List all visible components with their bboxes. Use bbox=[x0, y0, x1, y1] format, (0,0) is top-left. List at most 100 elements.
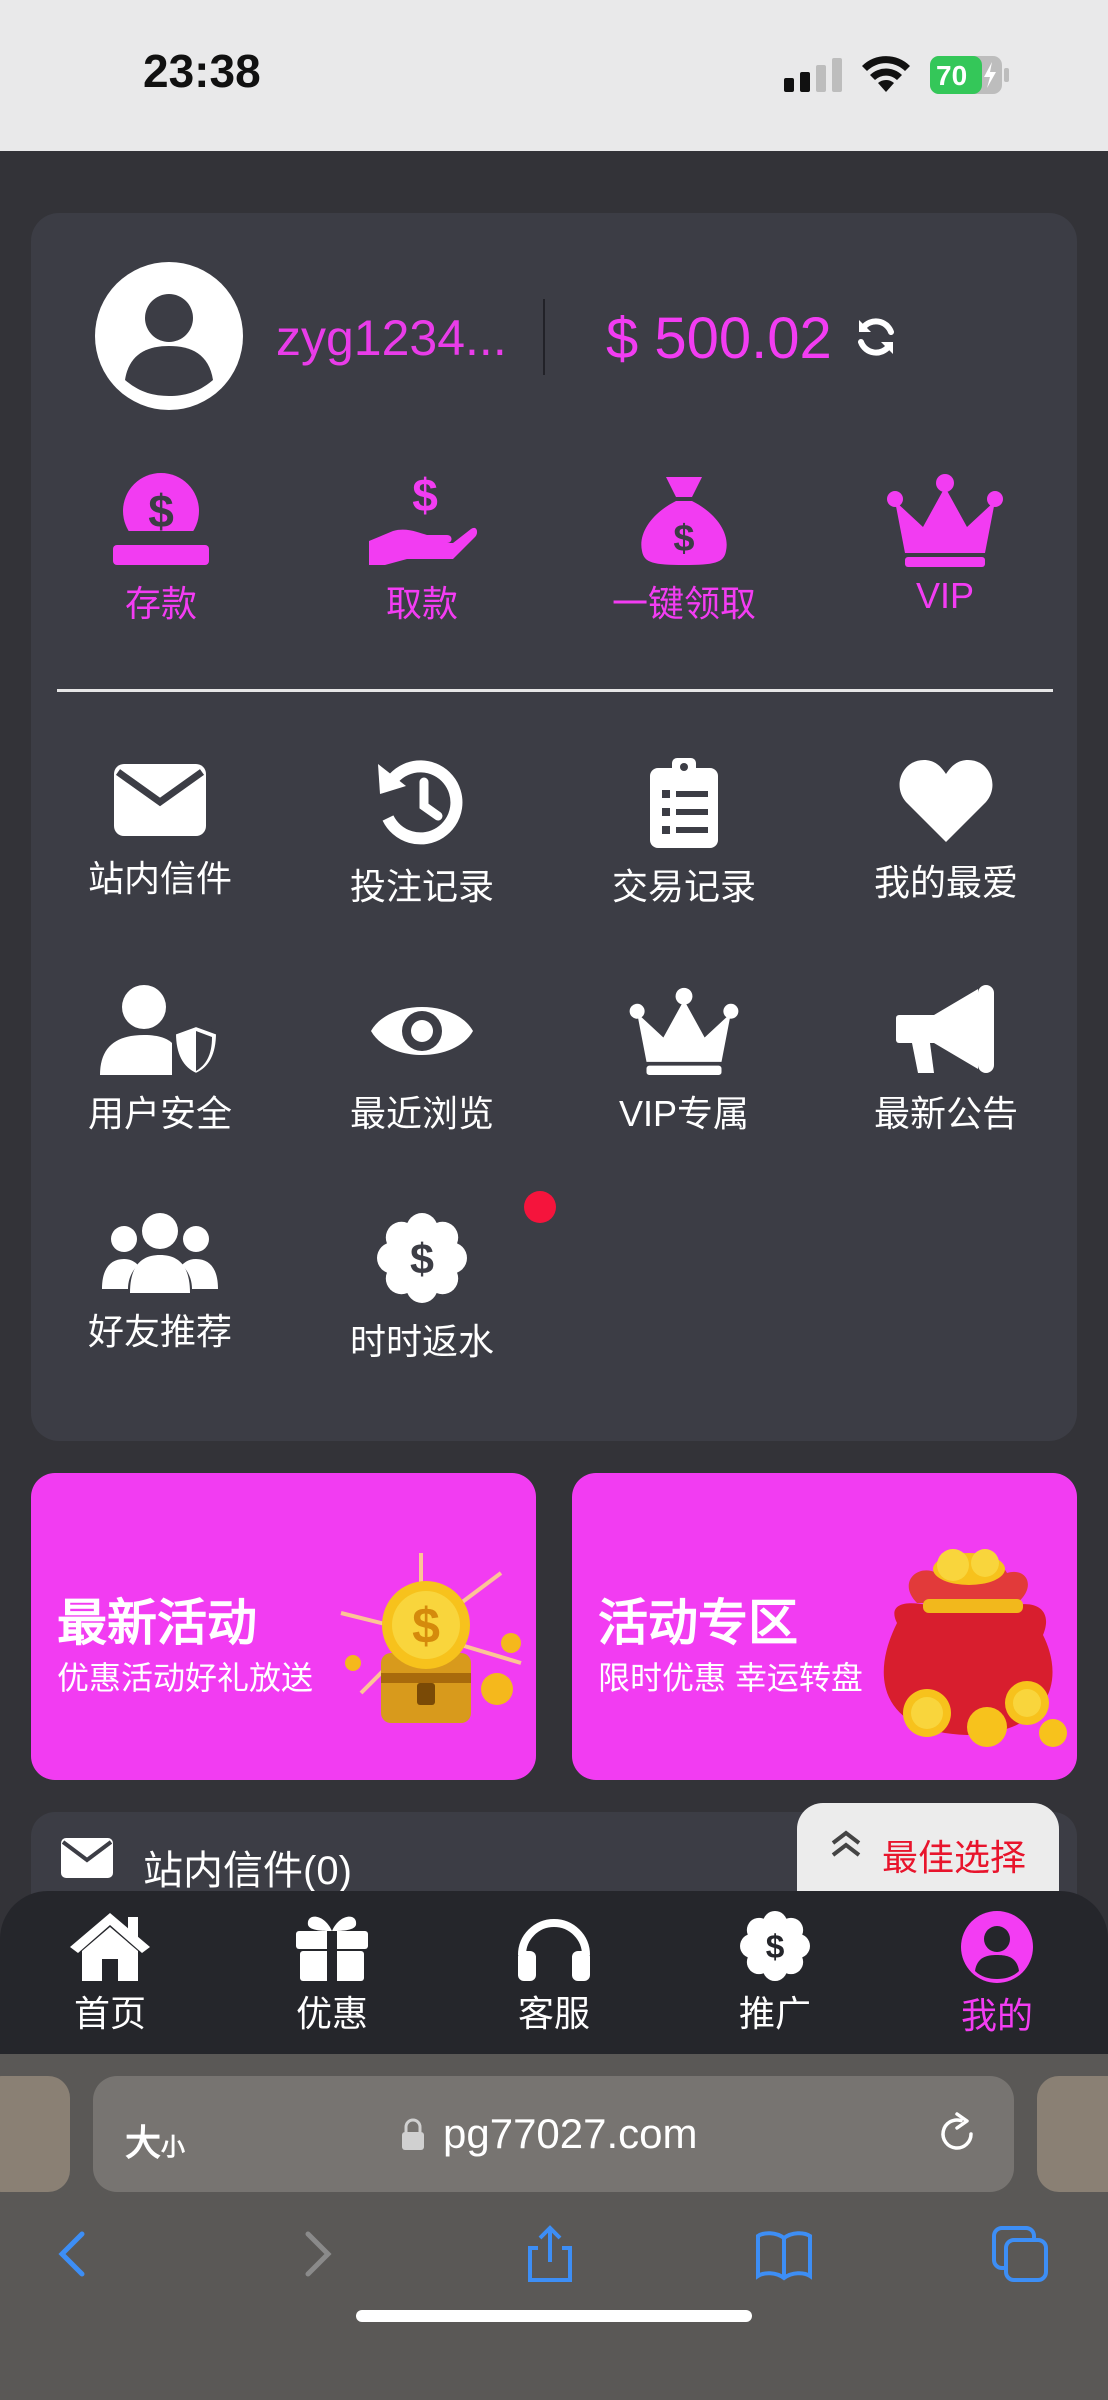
menu-item-label: 用户安全 bbox=[87, 1093, 232, 1134]
withdraw-icon: $ bbox=[369, 471, 477, 565]
lock-icon bbox=[402, 2118, 424, 2150]
wifi-icon bbox=[862, 56, 910, 92]
headset-icon bbox=[518, 1919, 590, 1981]
avatar[interactable] bbox=[95, 262, 243, 410]
menu-item-favorites[interactable]: 我的最爱 bbox=[846, 758, 1046, 908]
svg-text:$: $ bbox=[410, 1236, 434, 1284]
nav-label: 首页 bbox=[73, 1993, 146, 2034]
menu-item-announcements[interactable]: 最新公告 bbox=[846, 985, 1046, 1135]
promo-banner-latest[interactable]: 最新活动 优惠活动好礼放送 $ bbox=[31, 1473, 536, 1780]
banner-title: 活动专区 bbox=[598, 1595, 798, 1651]
back-icon[interactable] bbox=[44, 2224, 104, 2284]
notification-dot bbox=[524, 1191, 556, 1223]
banner-subtitle: 限时优惠 幸运转盘 bbox=[598, 1660, 863, 1696]
vip-label: VIP bbox=[915, 575, 975, 616]
banner-subtitle: 优惠活动好礼放送 bbox=[57, 1660, 314, 1696]
user-shield-icon bbox=[100, 985, 220, 1075]
menu-item-label: 我的最爱 bbox=[873, 862, 1018, 903]
menu-item-transactions[interactable]: 交易记录 bbox=[584, 758, 784, 908]
menu-item-label: 最新公告 bbox=[873, 1093, 1018, 1134]
bookmarks-icon[interactable] bbox=[754, 2224, 814, 2284]
money-bag-icon: $ bbox=[641, 477, 727, 565]
nav-label: 优惠 bbox=[295, 1993, 368, 2034]
next-tab[interactable] bbox=[1037, 2076, 1108, 2192]
withdraw-button[interactable]: $ 取款 bbox=[332, 471, 512, 631]
claim-all-label: 一键领取 bbox=[611, 583, 756, 624]
username: zyg1234... bbox=[276, 310, 507, 366]
nav-promotions[interactable]: 优惠 bbox=[262, 1911, 402, 2041]
dollar-badge-icon: $ bbox=[740, 1911, 810, 1981]
refresh-icon[interactable] bbox=[853, 314, 899, 360]
nav-home[interactable]: 首页 bbox=[40, 1911, 180, 2041]
menu-item-recent[interactable]: 最近浏览 bbox=[322, 985, 522, 1135]
banner-title: 最新活动 bbox=[57, 1595, 257, 1651]
nav-support[interactable]: 客服 bbox=[484, 1911, 624, 2041]
url-text: pg77027.com bbox=[443, 2110, 698, 2157]
deposit-button[interactable]: $ 存款 bbox=[71, 471, 251, 631]
svg-text:$: $ bbox=[673, 518, 694, 560]
home-indicator bbox=[356, 2310, 752, 2322]
menu-item-bet-history[interactable]: 投注记录 bbox=[322, 758, 522, 908]
nav-referral[interactable]: $ 推广 bbox=[705, 1911, 845, 2041]
dollar-badge-icon: $ bbox=[377, 1213, 467, 1303]
text-size-small: 小 bbox=[161, 2134, 186, 2161]
nav-label: 推广 bbox=[738, 1993, 811, 2034]
home-icon bbox=[70, 1913, 150, 1981]
battery-level: 70 bbox=[936, 60, 968, 91]
best-choice-button[interactable]: 最佳选择 bbox=[797, 1803, 1059, 1899]
cellular-signal-icon bbox=[784, 58, 842, 92]
lucky-bag-icon bbox=[883, 1549, 1067, 1747]
menu-item-label: 交易记录 bbox=[611, 866, 756, 907]
svg-text:$: $ bbox=[148, 485, 174, 537]
svg-text:$: $ bbox=[412, 1598, 440, 1654]
menu-item-referral[interactable]: 好友推荐 bbox=[60, 1213, 260, 1363]
menu-item-security[interactable]: 用户安全 bbox=[60, 985, 260, 1135]
menu-item-inbox[interactable]: 站内信件 bbox=[60, 758, 260, 908]
address-bar[interactable]: 大小 pg77027.com bbox=[93, 2076, 1014, 2192]
eye-icon bbox=[371, 1007, 473, 1055]
menu-item-label: 好友推荐 bbox=[87, 1311, 232, 1352]
menu-item-rebate[interactable]: $ 时时返水 bbox=[322, 1213, 522, 1363]
nav-label: 客服 bbox=[517, 1993, 590, 2034]
deposit-label: 存款 bbox=[124, 583, 197, 624]
tabs-icon[interactable] bbox=[990, 2224, 1050, 2284]
reload-icon[interactable] bbox=[935, 2112, 979, 2156]
treasure-chest-icon: $ bbox=[340, 1553, 522, 1723]
deposit-icon: $ bbox=[113, 473, 209, 565]
forward-icon[interactable] bbox=[286, 2224, 346, 2284]
promo-banner-events[interactable]: 活动专区 限时优惠 幸运转盘 bbox=[572, 1473, 1077, 1780]
crown-icon bbox=[629, 987, 739, 1075]
status-time: 23:38 bbox=[143, 45, 261, 97]
inbox-text: 站内信件(0) bbox=[143, 1849, 352, 1893]
battery-icon: 70 bbox=[930, 56, 1010, 94]
section-divider bbox=[57, 689, 1053, 692]
history-icon bbox=[378, 760, 463, 845]
users-icon bbox=[102, 1213, 218, 1293]
svg-text:$: $ bbox=[766, 1929, 785, 1966]
gift-icon bbox=[296, 1916, 368, 1981]
envelope-icon bbox=[114, 764, 206, 836]
claim-all-button[interactable]: $ 一键领取 bbox=[594, 471, 774, 631]
best-choice-label: 最佳选择 bbox=[882, 1837, 1027, 1878]
double-chevron-up-icon bbox=[831, 1830, 861, 1857]
crown-icon bbox=[887, 474, 1003, 567]
megaphone-icon bbox=[896, 985, 994, 1073]
menu-item-label: 最近浏览 bbox=[349, 1093, 494, 1134]
menu-item-label: 站内信件 bbox=[87, 858, 232, 899]
svg-text:$: $ bbox=[412, 471, 438, 521]
status-bar: 23:38 70 bbox=[0, 0, 1108, 151]
heart-icon bbox=[899, 760, 993, 842]
clipboard-icon bbox=[650, 758, 718, 848]
share-icon[interactable] bbox=[520, 2224, 580, 2284]
nav-label: 我的 bbox=[960, 1995, 1033, 2036]
profile-card: zyg1234... $ 500.02 $ 存款 $ 取款 $ 一键领取 VIP… bbox=[31, 213, 1077, 1441]
vip-button[interactable]: VIP bbox=[855, 471, 1035, 631]
text-size-button[interactable]: 大小 bbox=[125, 2114, 185, 2166]
browser-toolbar: 大小 pg77027.com bbox=[0, 2054, 1108, 2400]
menu-item-label: VIP专属 bbox=[618, 1093, 750, 1134]
divider bbox=[543, 299, 545, 375]
nav-profile[interactable]: 我的 bbox=[927, 1911, 1067, 2041]
previous-tab[interactable] bbox=[0, 2076, 70, 2192]
menu-item-vip-exclusive[interactable]: VIP专属 bbox=[584, 985, 784, 1135]
envelope-icon bbox=[61, 1838, 113, 1878]
